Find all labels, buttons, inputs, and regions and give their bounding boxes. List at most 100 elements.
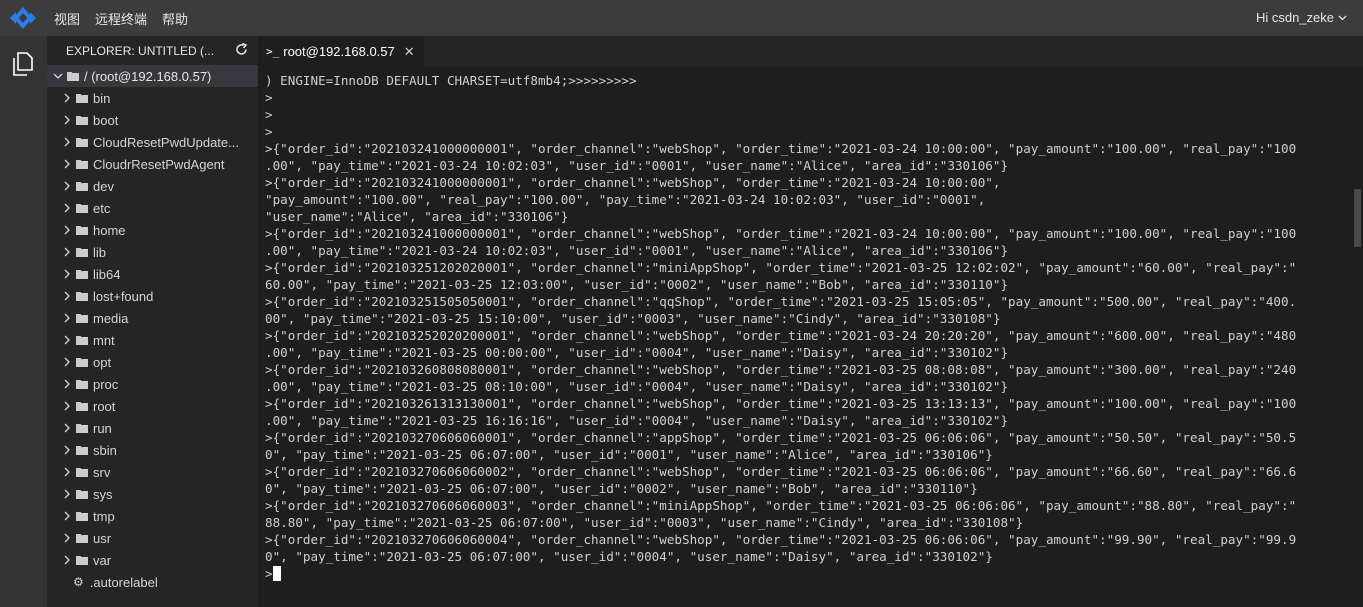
tree-folder-label: lib — [93, 244, 107, 260]
tree-folder[interactable]: media — [47, 307, 258, 329]
chevron-right-icon — [64, 445, 70, 455]
explorer-title: EXPLORER: UNTITLED (... — [66, 43, 215, 58]
folder-icon — [76, 182, 88, 191]
tree-folder[interactable]: CloudResetPwdUpdate... — [47, 131, 258, 153]
tree-folder[interactable]: lost+found — [47, 285, 258, 307]
terminal-line: 60.00", "pay_time":"2021-03-25 12:03:00"… — [265, 277, 1009, 292]
explorer-header: EXPLORER: UNTITLED (... — [47, 36, 258, 65]
tree-folder[interactable]: root — [47, 395, 258, 417]
terminal-line: "pay_amount":"100.00", "real_pay":"100.0… — [265, 192, 986, 207]
chevron-right-icon — [64, 511, 70, 521]
tree-folder-label: proc — [93, 376, 119, 392]
chevron-down-icon — [1338, 15, 1347, 20]
refresh-icon[interactable] — [235, 42, 248, 59]
menu-view[interactable]: 视图 — [54, 9, 80, 28]
tree-folder-label: CloudrResetPwdAgent — [93, 156, 225, 172]
tree-file-label: .autorelabel — [89, 574, 158, 590]
tree-folder-label: media — [93, 310, 129, 326]
tree-folder-label: home — [93, 222, 126, 238]
terminal-cursor — [272, 566, 281, 581]
folder-icon — [76, 534, 88, 543]
folder-icon — [76, 204, 88, 213]
folder-icon — [76, 402, 88, 411]
folder-icon — [76, 446, 88, 455]
tree-folder[interactable]: sbin — [47, 439, 258, 461]
chevron-right-icon — [64, 93, 70, 103]
terminal-line: >{"order_id":"202103241000000001", "orde… — [265, 226, 1297, 241]
terminal-line: .00", "pay_time":"2021-03-25 16:16:16", … — [265, 413, 1009, 428]
tree-folder-label: CloudResetPwdUpdate... — [93, 134, 239, 150]
tree-folder-label: lib64 — [93, 266, 121, 282]
folder-icon — [76, 512, 88, 521]
terminal-line: 0", "pay_time":"2021-03-25 06:07:00", "u… — [265, 481, 978, 496]
user-menu[interactable]: Hi csdn_zeke — [1256, 10, 1347, 25]
tree-folder[interactable]: opt — [47, 351, 258, 373]
tree-folder[interactable]: CloudrResetPwdAgent — [47, 153, 258, 175]
tab-bar: >_ root@192.168.0.57 ✕ — [258, 36, 1363, 67]
tree-file-autorelabel[interactable]: ⚙ .autorelabel — [47, 571, 258, 593]
app-logo-icon[interactable] — [0, 0, 46, 36]
tree-folder[interactable]: var — [47, 549, 258, 571]
tree-folder[interactable]: mnt — [47, 329, 258, 351]
tree-folder-label: lost+found — [93, 288, 154, 304]
tree-folder[interactable]: lib64 — [47, 263, 258, 285]
terminal-line: .00", "pay_time":"2021-03-24 10:02:03", … — [265, 243, 1009, 258]
tab-terminal[interactable]: >_ root@192.168.0.57 ✕ — [258, 36, 424, 67]
tree-folder[interactable]: home — [47, 219, 258, 241]
tree-folder[interactable]: etc — [47, 197, 258, 219]
tree-folder[interactable]: lib — [47, 241, 258, 263]
tree-folder[interactable]: boot — [47, 109, 258, 131]
scrollbar-thumb[interactable] — [1354, 189, 1361, 247]
tree-folder[interactable]: usr — [47, 527, 258, 549]
terminal-panel[interactable]: ) ENGINE=InnoDB DEFAULT CHARSET=utf8mb4;… — [258, 67, 1352, 607]
terminal-line: >{"order_id":"202103241000000001", "orde… — [265, 141, 1297, 156]
tree-folder[interactable]: sys — [47, 483, 258, 505]
chevron-right-icon — [64, 291, 70, 301]
tree-folder-label: mnt — [93, 332, 115, 348]
folder-icon — [76, 556, 88, 565]
tree-folder[interactable]: bin — [47, 87, 258, 109]
tree-folder-label: opt — [93, 354, 112, 370]
chevron-right-icon — [64, 225, 70, 235]
terminal-line: >{"order_id":"202103252020200001", "orde… — [265, 328, 1297, 343]
tree-folder-label: boot — [93, 112, 119, 128]
menu-help[interactable]: 帮助 — [162, 9, 188, 28]
tree-root-label: / (root@192.168.0.57) — [84, 68, 212, 84]
terminal-line: >{"order_id":"202103270606060001", "orde… — [265, 430, 1297, 445]
tree-folder[interactable]: proc — [47, 373, 258, 395]
tree-folder-label: var — [93, 552, 112, 568]
explorer-files-icon[interactable] — [12, 52, 34, 81]
tree-folder-label: tmp — [93, 508, 115, 524]
tree-folder-label: run — [93, 420, 112, 436]
chevron-right-icon — [64, 159, 70, 169]
tree-folder[interactable]: run — [47, 417, 258, 439]
folder-icon — [76, 358, 88, 367]
tree-root-folder[interactable]: / (root@192.168.0.57) — [47, 65, 258, 87]
folder-icon — [76, 94, 88, 103]
chevron-right-icon — [64, 423, 70, 433]
gear-icon: ⚙ — [73, 575, 84, 589]
terminal-line: >{"order_id":"202103251505050001", "orde… — [265, 294, 1297, 309]
terminal-scrollbar[interactable] — [1352, 67, 1363, 607]
tree-folder[interactable]: srv — [47, 461, 258, 483]
chevron-right-icon — [64, 357, 70, 367]
folder-icon — [76, 490, 88, 499]
close-icon[interactable]: ✕ — [404, 44, 415, 60]
terminal-line: 0", "pay_time":"2021-03-25 06:07:00", "u… — [265, 447, 993, 462]
chevron-right-icon — [64, 533, 70, 543]
activity-bar — [0, 36, 47, 607]
folder-icon — [76, 248, 88, 257]
terminal-line: .00", "pay_time":"2021-03-25 08:10:00", … — [265, 379, 1009, 394]
terminal-line: .00", "pay_time":"2021-03-24 10:02:03", … — [265, 158, 1009, 173]
folder-icon — [76, 270, 88, 279]
chevron-right-icon — [64, 181, 70, 191]
tree-folder-label: sbin — [93, 442, 117, 458]
menu-remote-terminal[interactable]: 远程终端 — [95, 9, 147, 28]
folder-icon — [76, 160, 88, 169]
terminal-prompt-line[interactable]: > — [265, 565, 1296, 582]
chevron-right-icon — [64, 269, 70, 279]
folder-icon — [67, 72, 79, 81]
tree-folder[interactable]: tmp — [47, 505, 258, 527]
tree-folder[interactable]: dev — [47, 175, 258, 197]
chevron-right-icon — [64, 379, 70, 389]
